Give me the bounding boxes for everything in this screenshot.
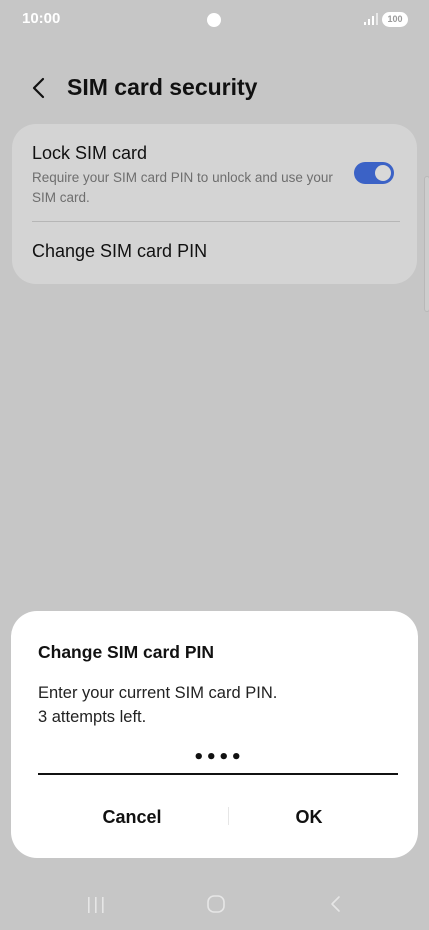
status-bar: 10:00 100 (0, 0, 429, 40)
lock-sim-card-toggle[interactable] (354, 162, 394, 184)
recents-icon[interactable] (86, 896, 106, 914)
attempts-left-text: 3 attempts left. (38, 708, 147, 726)
lock-sim-card-row[interactable]: Lock SIM card Require your SIM card PIN … (12, 124, 417, 220)
dialog-title: Change SIM card PIN (38, 642, 215, 662)
pin-input[interactable] (38, 741, 398, 775)
page-title: SIM card security (67, 74, 258, 100)
camera-cutout (207, 13, 221, 27)
cancel-button[interactable]: Cancel (29, 797, 235, 837)
battery-indicator: 100 (382, 12, 408, 27)
toggle-knob (375, 165, 391, 181)
lock-sim-card-title: Lock SIM card (32, 143, 148, 163)
dialog-message: Enter your current SIM card PIN. 3 attem… (38, 681, 388, 729)
signal-icon (364, 13, 378, 25)
ok-button[interactable]: OK (226, 797, 392, 837)
edge-panel-handle[interactable] (424, 176, 429, 312)
settings-card: Lock SIM card Require your SIM card PIN … (12, 124, 417, 284)
chevron-left-icon[interactable] (30, 76, 48, 100)
lock-sim-card-description: Require your SIM card PIN to unlock and … (32, 170, 333, 205)
navigation-bar (0, 880, 429, 930)
status-time: 10:00 (22, 10, 61, 27)
change-pin-dialog: Change SIM card PIN Enter your current S… (11, 611, 418, 858)
change-sim-pin-label: Change SIM card PIN (32, 241, 208, 261)
page-header: SIM card security (0, 66, 429, 110)
home-icon[interactable] (206, 894, 226, 914)
change-sim-pin-row[interactable]: Change SIM card PIN (12, 222, 417, 284)
back-icon[interactable] (328, 894, 342, 914)
dialog-message-line: Enter your current SIM card PIN. (38, 684, 278, 702)
